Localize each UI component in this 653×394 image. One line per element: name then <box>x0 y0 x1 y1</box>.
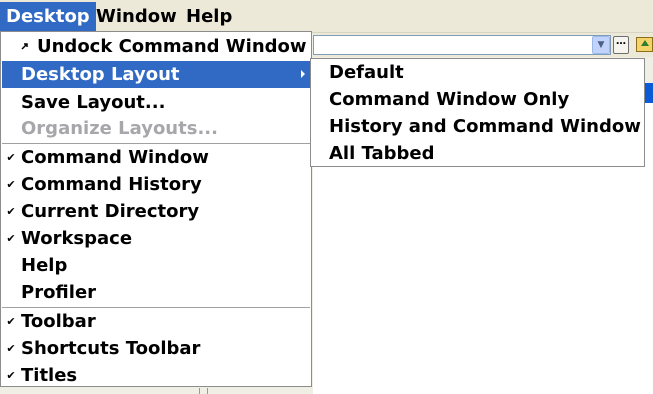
menu-item-label: Toolbar <box>21 311 96 332</box>
menu-item-organize-layouts: Organize Layouts... <box>2 115 311 142</box>
menu-item-current-directory[interactable]: ✔ Current Directory <box>2 198 311 225</box>
ellipsis-icon[interactable]: … <box>613 36 629 54</box>
check-icon: ✔ <box>6 342 16 355</box>
menu-item-label: Help <box>21 255 68 276</box>
menu-item-label: Shortcuts Toolbar <box>21 338 201 359</box>
menu-item-toolbar[interactable]: ✔ Toolbar <box>2 308 311 335</box>
menu-item-label: Current Directory <box>21 201 200 222</box>
menu-item-help[interactable]: Help <box>2 252 311 279</box>
menu-item-shortcuts-toolbar[interactable]: ✔ Shortcuts Toolbar <box>2 335 311 362</box>
menu-item-label: Save Layout... <box>21 92 166 113</box>
check-icon: ✔ <box>6 232 16 245</box>
menu-item-command-history[interactable]: ✔ Command History <box>2 171 311 198</box>
check-icon: ✔ <box>6 151 16 164</box>
menu-help[interactable]: Help <box>180 2 238 31</box>
menu-item-profiler[interactable]: Profiler <box>2 279 311 306</box>
check-icon: ✔ <box>6 315 16 328</box>
submenu-item-command-window-only[interactable]: Command Window Only <box>312 86 643 113</box>
check-icon: ✔ <box>6 369 16 382</box>
submenu-item-label: All Tabbed <box>329 143 435 164</box>
desktop-menu: Undock Command Window Desktop Layout Sav… <box>0 31 312 387</box>
menu-item-workspace[interactable]: ✔ Workspace <box>2 225 311 252</box>
chevron-right-icon <box>301 70 305 78</box>
menu-item-label: Organize Layouts... <box>21 118 218 139</box>
menu-item-label: Profiler <box>21 282 97 303</box>
submenu-item-label: Command Window Only <box>329 89 570 110</box>
menu-window[interactable]: Window <box>90 2 183 31</box>
menu-item-label: Titles <box>21 365 78 386</box>
menu-item-undock-command-window[interactable]: Undock Command Window <box>2 33 311 60</box>
submenu-item-default[interactable]: Default <box>312 59 643 86</box>
up-folder-icon[interactable] <box>636 37 653 52</box>
submenu-item-label: Default <box>329 62 404 83</box>
menu-item-label: Command Window <box>21 147 209 168</box>
submenu-item-label: History and Command Window <box>329 116 641 137</box>
menu-item-label: Command History <box>21 174 202 195</box>
menu-item-titles[interactable]: ✔ Titles <box>2 362 311 389</box>
submenu-item-all-tabbed[interactable]: All Tabbed <box>312 140 643 167</box>
menu-item-save-layout[interactable]: Save Layout... <box>2 89 311 116</box>
menu-item-label: Desktop Layout <box>21 64 180 85</box>
desktop-layout-submenu: Default Command Window Only History and … <box>310 58 645 167</box>
menu-bar: Desktop Window Help <box>0 0 653 33</box>
chevron-down-icon[interactable]: ▼ <box>592 36 610 54</box>
check-icon: ✔ <box>6 178 16 191</box>
menu-item-desktop-layout[interactable]: Desktop Layout <box>2 61 311 88</box>
undock-arrow-icon <box>21 43 28 50</box>
check-icon: ✔ <box>6 205 16 218</box>
menu-item-command-window[interactable]: ✔ Command Window <box>2 144 311 171</box>
menu-item-label: Undock Command Window <box>37 36 307 57</box>
menu-item-label: Workspace <box>21 228 133 249</box>
current-directory-combobox[interactable] <box>313 35 611 55</box>
menu-desktop[interactable]: Desktop <box>0 2 96 31</box>
submenu-item-history-and-command-window[interactable]: History and Command Window <box>312 113 643 140</box>
